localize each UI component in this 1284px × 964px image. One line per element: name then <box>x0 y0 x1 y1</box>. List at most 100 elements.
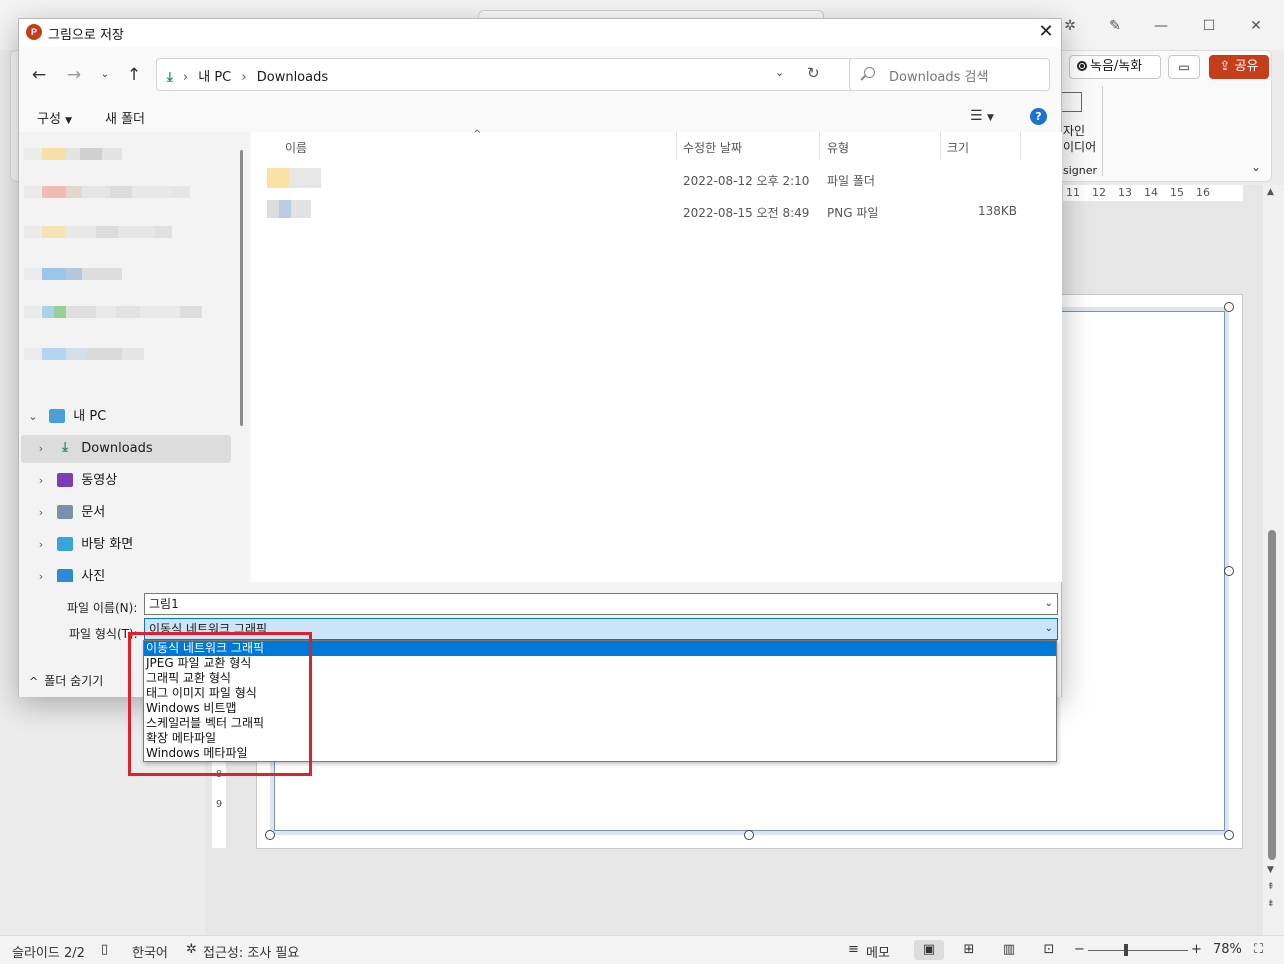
scrollbar-thumb[interactable] <box>1268 530 1276 860</box>
tree-item-videos[interactable]: › 동영상 <box>21 467 231 495</box>
share-button[interactable]: ⇪ 공유 <box>1209 55 1269 79</box>
up-arrow-icon[interactable]: ↑ <box>122 63 146 87</box>
zoom-slider-thumb[interactable] <box>1124 944 1128 956</box>
breadcrumb-separator: › <box>182 70 189 85</box>
resize-handle[interactable] <box>1224 566 1234 576</box>
search-input[interactable]: Downloads 검색 <box>849 58 1050 91</box>
close-window-icon[interactable]: ✕ <box>1241 14 1271 38</box>
tree-item-label: 내 PC <box>73 409 107 424</box>
reading-view-icon[interactable]: ▥ <box>994 940 1024 960</box>
next-slide-icon[interactable]: ⇟ <box>1267 899 1275 909</box>
normal-view-icon[interactable]: ▣ <box>914 940 944 960</box>
refresh-icon[interactable]: ↻ <box>807 64 820 82</box>
resize-handle[interactable] <box>1224 302 1234 312</box>
forward-arrow-icon[interactable]: → <box>62 63 86 87</box>
documents-icon <box>57 504 74 519</box>
chevron-right-icon[interactable]: › <box>33 435 49 463</box>
tree-item-label: 동영상 <box>81 473 118 488</box>
close-icon[interactable]: ✕ <box>1031 19 1061 45</box>
quick-access-item[interactable] <box>24 266 122 288</box>
quick-access-item[interactable] <box>24 304 202 326</box>
comment-button[interactable]: ▭ <box>1168 55 1200 79</box>
ribbon-divider <box>1102 86 1103 176</box>
quick-access-item[interactable] <box>24 224 172 246</box>
column-header-size[interactable]: 크기 <box>947 139 969 156</box>
folder-icon <box>267 168 321 191</box>
organize-button[interactable]: 구성 ▼ <box>37 108 72 127</box>
zoom-in-icon[interactable]: + <box>1191 942 1202 957</box>
chevron-down-icon: ▼ <box>65 116 72 126</box>
tree-item-documents[interactable]: › 문서 <box>21 499 231 527</box>
chevron-down-icon[interactable]: ⌄ <box>25 403 41 431</box>
column-divider[interactable] <box>1020 132 1021 160</box>
slide-sorter-icon[interactable]: ⊞ <box>954 940 984 960</box>
designer-icon[interactable] <box>1060 92 1082 112</box>
nav-pane-scrollbar[interactable] <box>240 150 243 426</box>
maximize-icon[interactable]: ☐ <box>1194 14 1224 38</box>
share-icon: ⇪ <box>1219 59 1231 74</box>
recent-locations-chevron-icon[interactable]: ⌄ <box>93 63 117 87</box>
chevron-right-icon[interactable]: › <box>33 499 49 527</box>
minimize-icon[interactable]: — <box>1146 14 1176 38</box>
address-bar[interactable]: ⤓ › 내 PC › Downloads ⌄ ↻ <box>156 58 854 91</box>
scroll-up-icon[interactable]: ▲ <box>1267 187 1274 197</box>
designer-label-2: 이디어 <box>1063 140 1097 154</box>
prev-slide-icon[interactable]: ⇞ <box>1267 882 1275 892</box>
resize-handle[interactable] <box>265 830 275 840</box>
quick-access-item[interactable] <box>24 346 144 368</box>
chevron-down-icon[interactable]: ⌄ <box>1045 619 1053 639</box>
tree-item-desktop[interactable]: › 바탕 화면 <box>21 531 231 559</box>
fit-slide-icon[interactable]: ⛶ <box>1254 942 1263 957</box>
file-type: PNG 파일 <box>827 206 879 220</box>
back-arrow-icon[interactable]: ← <box>27 63 51 87</box>
hide-folders-button[interactable]: ^ 폴더 숨기기 <box>29 672 103 689</box>
navigation-bar: ← → ⌄ ↑ ⤓ › 내 PC › Downloads ⌄ ↻ Downloa… <box>19 57 1061 93</box>
accessibility-status[interactable]: 접근성: 조사 필요 <box>203 942 299 961</box>
quick-access-item[interactable] <box>24 146 122 168</box>
column-header-type[interactable]: 유형 <box>827 139 849 156</box>
chevron-down-icon[interactable]: ⌄ <box>1045 594 1053 614</box>
column-header-name[interactable]: 이름 <box>285 139 307 156</box>
language-indicator[interactable]: 한국어 <box>132 942 168 961</box>
breadcrumb-downloads[interactable]: Downloads <box>257 70 328 85</box>
resize-handle[interactable] <box>744 830 754 840</box>
filename-input[interactable]: 그림1 ⌄ <box>144 593 1058 615</box>
pen-icon[interactable]: ✎ <box>1100 14 1130 38</box>
address-dropdown-icon[interactable]: ⌄ <box>775 66 784 79</box>
desktop-icon <box>57 536 74 551</box>
tree-item-label: Downloads <box>81 441 153 456</box>
spellcheck-icon[interactable]: ▯ <box>101 942 108 957</box>
quick-access-item[interactable] <box>24 184 190 206</box>
slide-counter: 슬라이드 2/2 <box>12 946 85 961</box>
file-row[interactable]: 2022-08-12 오후 2:10 파일 폴더 <box>251 165 1062 193</box>
ribbon-collapse-icon[interactable]: ⌄ <box>1251 160 1261 174</box>
vertical-scrollbar[interactable]: ▲ ▼ ⇞ ⇟ <box>1263 185 1284 935</box>
downloads-icon: ⤓ <box>62 439 69 455</box>
zoom-slider[interactable] <box>1088 950 1188 951</box>
scroll-down-icon[interactable]: ▼ <box>1267 865 1274 875</box>
column-header-modified[interactable]: 수정한 날짜 <box>683 139 742 156</box>
zoom-level[interactable]: 78% <box>1213 942 1242 957</box>
designer-label: 자인 <box>1063 124 1086 138</box>
dialog-title: 그림으로 저장 <box>48 28 124 43</box>
zoom-out-icon[interactable]: − <box>1074 942 1085 957</box>
view-options-icon[interactable]: ☰ ▼ <box>970 108 994 124</box>
new-folder-button[interactable]: 새 폴더 <box>105 108 145 127</box>
slideshow-icon[interactable]: ⊡ <box>1034 940 1064 960</box>
downloads-icon: ⤓ <box>167 70 173 85</box>
chevron-right-icon[interactable]: › <box>33 531 49 559</box>
column-divider[interactable] <box>940 132 941 160</box>
breadcrumb-pc[interactable]: 내 PC <box>198 70 231 85</box>
record-button[interactable]: 녹음/녹화 <box>1069 55 1161 79</box>
tree-item-label: 문서 <box>81 505 106 520</box>
tree-item-downloads[interactable]: › ⤓ Downloads <box>21 435 231 463</box>
notes-button[interactable]: 메모 <box>866 942 890 961</box>
chevron-right-icon[interactable]: › <box>33 467 49 495</box>
column-divider[interactable] <box>819 132 820 160</box>
tree-item-pc[interactable]: ⌄ 내 PC <box>21 403 231 431</box>
resize-handle[interactable] <box>1224 830 1234 840</box>
search-icon <box>864 67 875 78</box>
column-divider[interactable] <box>676 132 677 160</box>
file-row[interactable]: 2022-08-15 오전 8:49 PNG 파일 138KB <box>251 197 1062 225</box>
help-icon[interactable]: ? <box>1030 108 1047 125</box>
